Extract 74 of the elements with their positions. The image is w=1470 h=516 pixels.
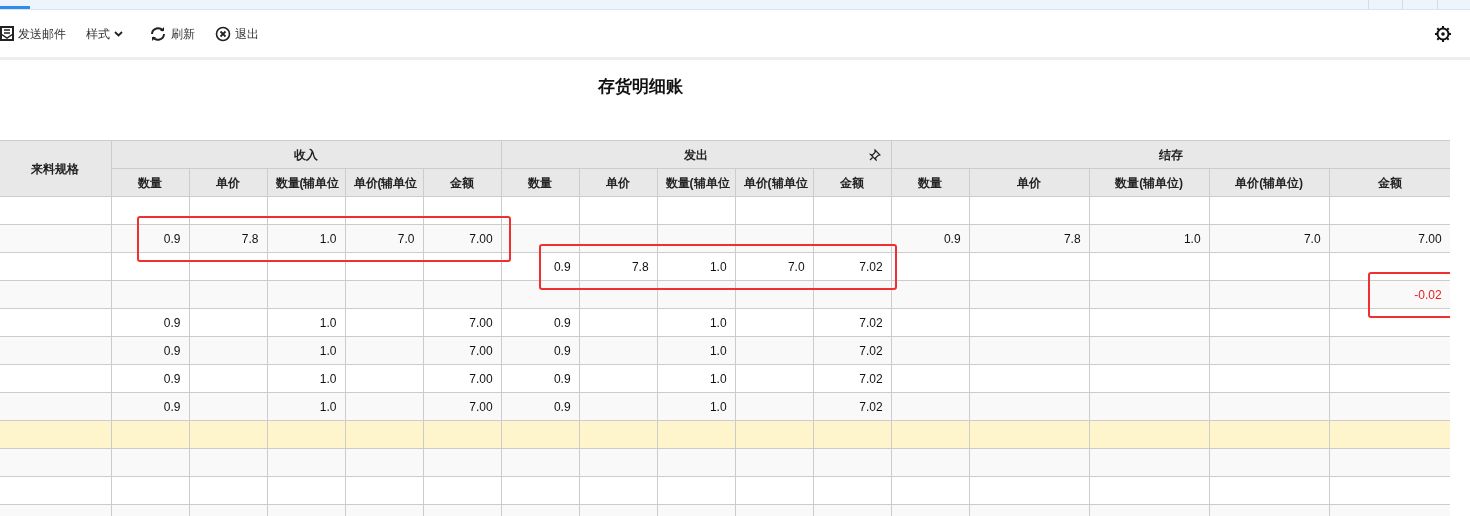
table-cell: 1.0: [267, 364, 345, 393]
table-cell: 1.0: [1089, 224, 1210, 253]
table-cell: 7.02: [813, 252, 892, 281]
mail-icon: [0, 26, 14, 41]
settings-icon[interactable]: [1434, 24, 1452, 43]
table-cell: 7.0: [345, 224, 423, 253]
table-cell: 0.9: [501, 252, 580, 281]
table-cell: 7.00: [1329, 224, 1450, 253]
mail-label: 发送邮件: [18, 25, 66, 43]
table-cell: 7.8: [969, 224, 1090, 253]
table-cell: 0.9: [111, 308, 189, 337]
column-header: 单价(辅单位: [345, 168, 423, 197]
refresh-icon: [149, 24, 167, 43]
table-cell: 7.0: [1209, 224, 1330, 253]
refresh-button[interactable]: 刷新: [149, 24, 195, 43]
table-cell: 0.9: [501, 364, 580, 393]
pin-icon[interactable]: [868, 149, 881, 161]
close-icon: [215, 25, 231, 42]
table-cell: 1.0: [267, 336, 345, 365]
refresh-label: 刷新: [171, 25, 195, 43]
table-cell: 1.0: [267, 392, 345, 421]
group-header-label: 收入: [294, 147, 319, 162]
table-cell: 7.02: [813, 308, 892, 337]
table-cell: 7.00: [423, 224, 502, 253]
table-cell: 7.8: [579, 252, 658, 281]
table-cell: -0.02: [1329, 280, 1450, 309]
table-cell: 1.0: [657, 252, 736, 281]
column-header: 数量(辅单位: [657, 168, 736, 197]
table-cell: 0.9: [501, 336, 580, 365]
table-cell: 1.0: [657, 392, 736, 421]
table-cell: 0.9: [111, 336, 189, 365]
style-dropdown[interactable]: 样式: [86, 24, 123, 43]
column-header: 单价(辅单位): [1209, 168, 1330, 197]
table-cell: 0.9: [111, 364, 189, 393]
exit-label: 退出: [235, 25, 259, 43]
table-cell: 7.02: [813, 336, 892, 365]
column-header: 单价: [189, 168, 267, 197]
column-header: 来料规格: [0, 140, 111, 197]
table-cell: 1.0: [657, 336, 736, 365]
group-header-label: 结存: [1158, 147, 1183, 162]
table-cell: 7.00: [423, 364, 502, 393]
table-cell: 7.8: [189, 224, 267, 253]
active-tab-indicator: [0, 6, 30, 9]
table-cell: 7.02: [813, 392, 892, 421]
column-header: 数量: [111, 168, 189, 197]
column-header: 金额: [813, 168, 892, 197]
group-header-label: 发出: [684, 147, 709, 162]
style-dropdown-label: 样式: [86, 25, 110, 43]
table-cell: 0.9: [501, 308, 580, 337]
table-cell: 0.9: [501, 392, 580, 421]
table-cell: 7.02: [813, 364, 892, 393]
column-header: 单价(辅单位: [735, 168, 814, 197]
table-cell: 7.00: [423, 336, 502, 365]
table-cell: 1.0: [657, 364, 736, 393]
column-header: 金额: [423, 168, 502, 197]
table-cell: 1.0: [267, 224, 345, 253]
column-header: 金额: [1329, 168, 1450, 197]
table-cell: 1.0: [267, 308, 345, 337]
table-cell: 1.0: [657, 308, 736, 337]
column-header: 单价: [579, 168, 658, 197]
table-cell: 7.00: [423, 308, 502, 337]
column-header: 数量(辅单位): [1089, 168, 1210, 197]
column-header: 数量: [891, 168, 970, 197]
chevron-down-icon: [114, 30, 123, 37]
table-cell: 7.0: [735, 252, 814, 281]
column-header: 数量(辅单位: [267, 168, 345, 197]
table-cell: 0.9: [111, 392, 189, 421]
exit-button[interactable]: 退出: [215, 24, 259, 43]
column-header: 单价: [969, 168, 1090, 197]
mail-button[interactable]: 发送邮件: [0, 24, 66, 43]
report-title: 存货明细账: [596, 76, 684, 98]
table-cell: 7.00: [423, 392, 502, 421]
table-cell: 0.9: [891, 224, 970, 253]
column-header: 数量: [501, 168, 580, 197]
